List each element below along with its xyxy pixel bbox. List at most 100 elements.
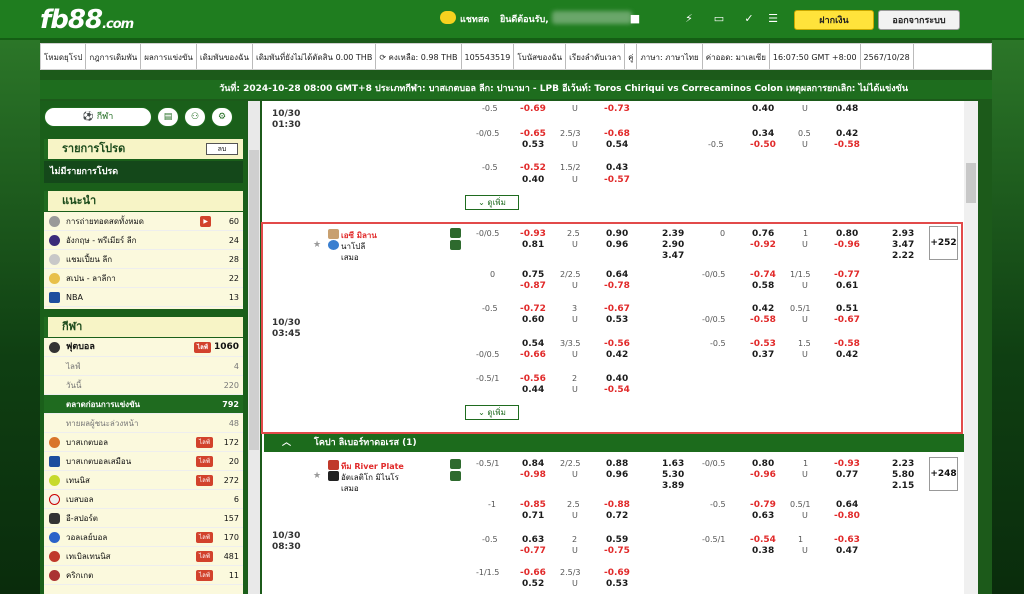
odds-cell[interactable]: 0.42 (836, 350, 858, 360)
odds-cell[interactable]: 0.53 (606, 315, 628, 325)
odds-cell[interactable]: 0.96 (606, 240, 628, 250)
odds-cell[interactable]: 0.47 (836, 546, 858, 556)
odds-cell[interactable]: 0.59 (606, 535, 628, 545)
odds-cell[interactable]: 0.80 (752, 459, 774, 469)
odds-cell[interactable]: -0.77 (520, 546, 546, 556)
menu-item-euro-mode[interactable]: โหมดยุโรป (41, 44, 87, 69)
odds-cell[interactable]: -0.85 (520, 500, 546, 510)
odds-cell[interactable]: 0.42 (836, 129, 858, 139)
check-icon[interactable]: ✓ (742, 12, 756, 26)
logout-button[interactable]: ออกจากระบบ (878, 10, 960, 30)
odds-cell[interactable]: -0.58 (834, 339, 860, 349)
odds-cell[interactable]: 0.96 (606, 470, 628, 480)
odds-cell[interactable]: 0.54 (606, 140, 628, 150)
odds-cell[interactable]: -0.56 (604, 339, 630, 349)
odds-cell[interactable]: 0.42 (606, 350, 628, 360)
odds-cell[interactable]: 0.81 (522, 240, 544, 250)
odds-cell[interactable]: 0.53 (522, 140, 544, 150)
featured-item[interactable]: สเปน - ลาลีกา 22 (44, 269, 243, 288)
odds-cell[interactable]: 0.40 (606, 374, 628, 384)
odds-cell[interactable]: -0.79 (750, 500, 776, 510)
featured-item[interactable]: แชมเปี้ยน ลีก 28 (44, 250, 243, 269)
main-scroll-thumb[interactable] (966, 163, 976, 203)
odds-cell[interactable]: 0.48 (836, 104, 858, 114)
sport-cricket[interactable]: คริกเกต ไลฟ์ 11 (44, 566, 243, 585)
odds-cell[interactable]: -0.69 (604, 568, 630, 578)
odds-cell[interactable]: -0.67 (604, 304, 630, 314)
odds-cell[interactable]: 2.15 (892, 481, 914, 491)
brand-logo[interactable]: fb88.com (40, 5, 134, 35)
show-more-button[interactable]: ⌄ ดูเพิ่ม (465, 195, 519, 210)
odds-cell[interactable]: -0.54 (604, 385, 630, 395)
odds-cell[interactable]: 0.40 (522, 175, 544, 185)
odds-cell[interactable]: 0.90 (606, 229, 628, 239)
collapse-chevron-icon[interactable]: ︿ (282, 434, 291, 452)
odds-cell[interactable]: 0.61 (836, 281, 858, 291)
odds-cell[interactable]: 2.90 (662, 240, 684, 250)
odds-cell[interactable]: 0.53 (606, 579, 628, 589)
favorite-star-icon[interactable]: ★ (313, 240, 321, 250)
sport-baseball[interactable]: เบสบอล 6 (44, 490, 243, 509)
featured-item[interactable]: อังกฤษ - พรีเมียร์ ลีก 24 (44, 231, 243, 250)
show-more-button[interactable]: ⌄ ดูเพิ่ม (465, 405, 519, 420)
odds-cell[interactable]: 0.80 (836, 229, 858, 239)
odds-cell[interactable]: -0.88 (604, 500, 630, 510)
live-chat-link[interactable]: แชทสด (460, 12, 489, 26)
odds-cell[interactable]: -0.65 (520, 129, 546, 139)
menu-item-balance[interactable]: ⟳ คงเหลือ: 0.98 THB (376, 44, 462, 69)
odds-cell[interactable]: 0.51 (836, 304, 858, 314)
odds-cell[interactable]: -0.77 (834, 270, 860, 280)
odds-cell[interactable]: 0.37 (752, 350, 774, 360)
odds-cell[interactable]: -0.56 (520, 374, 546, 384)
odds-cell[interactable]: 0.75 (522, 270, 544, 280)
odds-cell[interactable]: 0.77 (836, 470, 858, 480)
sport-table-tennis[interactable]: เทเบิลเทนนิส ไลฟ์ 481 (44, 547, 243, 566)
settings-icon[interactable]: ⚙ (211, 107, 233, 127)
stats-icon[interactable] (450, 459, 461, 469)
menu-item-odds[interactable]: ค่าออด: มาเลเซีย (703, 44, 770, 69)
menu-item-bonus[interactable]: โบนัสของฉัน (514, 44, 567, 69)
odds-cell[interactable]: -0.69 (520, 104, 546, 114)
odds-cell[interactable]: -0.66 (520, 568, 546, 578)
menu-item-sort[interactable]: เรียงลำดับเวลา (566, 44, 626, 69)
odds-cell[interactable]: -0.66 (520, 350, 546, 360)
odds-cell[interactable]: 0.58 (752, 281, 774, 291)
deposit-button[interactable]: ฝากเงิน (794, 10, 874, 30)
sidebar-scroll-thumb[interactable] (249, 150, 259, 450)
odds-cell[interactable]: 3.47 (662, 251, 684, 261)
odds-cell[interactable]: 2.23 (892, 459, 914, 469)
odds-cell[interactable]: 0.63 (752, 511, 774, 521)
odds-cell[interactable]: 2.22 (892, 251, 914, 261)
odds-cell[interactable]: -0.58 (750, 315, 776, 325)
odds-cell[interactable]: 0.64 (606, 270, 628, 280)
odds-cell[interactable]: -0.72 (520, 304, 546, 314)
odds-cell[interactable]: -0.98 (520, 470, 546, 480)
odds-cell[interactable]: -0.52 (520, 163, 546, 173)
odds-cell[interactable]: -0.80 (834, 511, 860, 521)
odds-cell[interactable]: -0.78 (604, 281, 630, 291)
odds-cell[interactable]: -0.54 (750, 535, 776, 545)
sport-virtual-basketball[interactable]: บาสเกตบอลเสมือน ไลฟ์ 20 (44, 452, 243, 471)
odds-cell[interactable]: -0.93 (520, 229, 546, 239)
favorites-edit-button[interactable]: ลบ (206, 143, 238, 155)
chat-icon[interactable] (440, 11, 456, 24)
odds-cell[interactable]: 0.71 (522, 511, 544, 521)
football-sub-outright[interactable]: ทายผลผู้ชนะล่วงหน้า 48 (44, 414, 243, 433)
odds-cell[interactable]: -0.68 (604, 129, 630, 139)
menu-item-results[interactable]: ผลการแข่งขัน (141, 44, 197, 69)
menu-item-rules[interactable]: กฎการเดิมพัน (86, 44, 142, 69)
favorite-star-icon[interactable]: ★ (313, 471, 321, 481)
list-icon[interactable]: ☰ (766, 12, 780, 26)
odds-cell[interactable]: 0.38 (752, 546, 774, 556)
menu-item-my-bets[interactable]: เดิมพันของฉัน (197, 44, 253, 69)
menu-item-language[interactable]: ภาษา: ภาษาไทย (637, 44, 703, 69)
lineup-icon[interactable] (450, 471, 461, 481)
odds-cell[interactable]: 0.84 (522, 459, 544, 469)
stats-icon[interactable] (450, 228, 461, 238)
football-sub-live[interactable]: ไลฟ์ 4 (44, 357, 243, 376)
menu-item-unsettled[interactable]: เดิมพันที่ยังไม่ได้ตัดสิน 0.00 THB (253, 44, 377, 69)
sport-filter-button[interactable]: ⚽ กีฬา (44, 107, 152, 127)
odds-cell[interactable]: -0.58 (834, 140, 860, 150)
odds-cell[interactable]: 0.54 (522, 339, 544, 349)
flash-icon[interactable]: ⚡ (682, 12, 696, 26)
